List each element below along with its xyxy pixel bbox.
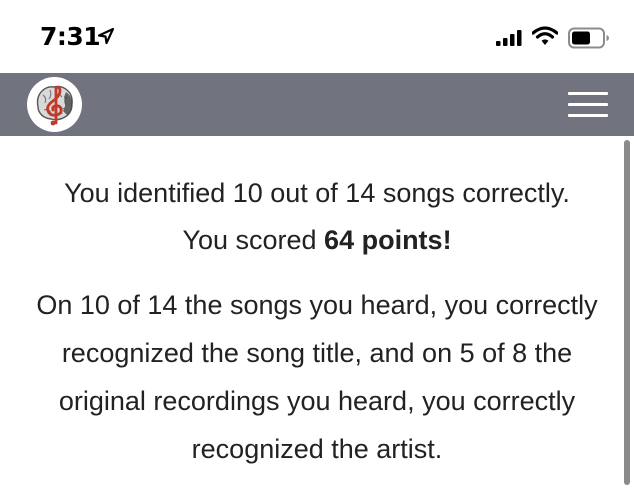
wifi-icon [531,26,559,51]
page-scrollbar[interactable] [624,140,630,485]
cellular-signal-icon [496,30,522,46]
status-time: 7:31 [40,22,101,51]
top-navbar [0,73,634,136]
menu-line-bottom [568,114,608,117]
score-summary: You identified 10 out of 14 songs correc… [20,170,614,264]
location-arrow-icon [97,27,115,50]
brain-treble-clef-logo[interactable] [27,77,82,132]
score-points: 64 points! [324,225,452,255]
score-summary-text: You identified 10 out of 14 songs correc… [64,178,570,255]
results-content: You identified 10 out of 14 songs correc… [20,170,614,473]
recognition-detail: On 10 of 14 the songs you heard, you cor… [36,290,598,464]
menu-line-top [568,92,608,95]
status-bar: 7:31 [0,0,634,73]
battery-icon [568,27,610,54]
hamburger-menu-icon[interactable] [568,92,608,118]
menu-line-middle [568,103,608,106]
